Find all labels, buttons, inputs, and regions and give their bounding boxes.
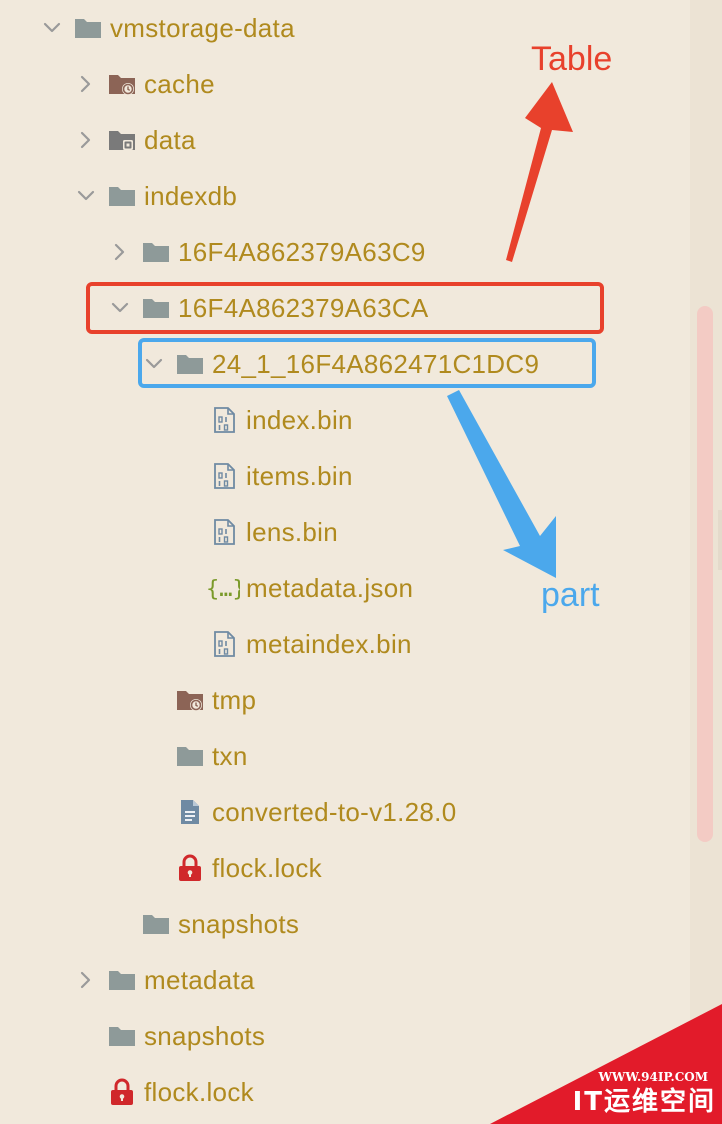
svg-text:{…}: {…}	[206, 577, 240, 602]
tree-row[interactable]: metadata	[0, 952, 690, 1008]
tree-row[interactable]: indexdb	[0, 168, 690, 224]
table-annotation-label: Table	[531, 40, 613, 78]
part-highlight-box	[138, 338, 596, 388]
chevron-right-icon[interactable]	[76, 970, 96, 990]
binary-file-icon	[210, 518, 238, 546]
tree-row[interactable]: tmp	[0, 672, 690, 728]
tree-row[interactable]: metaindex.bin	[0, 616, 690, 672]
binary-file-icon	[210, 462, 238, 490]
tree-item-label: 16F4A862379A63C9	[178, 237, 426, 267]
tree-item-label: tmp	[212, 685, 257, 715]
tree-item-label: flock.lock	[212, 853, 322, 883]
chevron-down-icon[interactable]	[42, 18, 62, 38]
tree-item-label: cache	[144, 69, 215, 99]
tree-item-label: snapshots	[144, 1021, 266, 1051]
tree-row[interactable]: data	[0, 112, 690, 168]
chevron-right-icon[interactable]	[110, 242, 130, 262]
tree-item-label: metadata	[144, 965, 255, 995]
watermark-text: IT运维空间	[572, 1087, 716, 1117]
tree-item-label: converted-to-v1.28.0	[212, 797, 457, 827]
tree-row[interactable]: txn	[0, 728, 690, 784]
scrollbar-divider	[718, 510, 722, 570]
chevron-down-icon[interactable]	[76, 186, 96, 206]
chevron-right-icon[interactable]	[76, 130, 96, 150]
tree-item-label: data	[144, 125, 196, 155]
folder-icon	[176, 742, 204, 770]
tree-item-label: items.bin	[246, 461, 353, 491]
tree-item-label: index.bin	[246, 405, 353, 435]
tree-item-label: snapshots	[178, 909, 300, 939]
folder-icon	[142, 238, 170, 266]
table-highlight-box	[86, 282, 604, 334]
tree-row[interactable]: 16F4A862379A63CA	[0, 280, 690, 336]
tree-row[interactable]: 16F4A862379A63C9	[0, 224, 690, 280]
tree-item-label: indexdb	[144, 181, 238, 211]
tmp-folder-icon	[176, 686, 204, 714]
cache-folder-icon	[108, 70, 136, 98]
folder-icon	[108, 1022, 136, 1050]
folder-icon	[142, 910, 170, 938]
tree-row[interactable]: converted-to-v1.28.0	[0, 784, 690, 840]
data-folder-icon	[108, 126, 136, 154]
tree-row[interactable]: 24_1_16F4A862471C1DC9	[0, 336, 690, 392]
folder-icon	[108, 182, 136, 210]
tree-row[interactable]: index.bin	[0, 392, 690, 448]
tree-item-label: txn	[212, 741, 248, 771]
binary-file-icon	[210, 630, 238, 658]
chevron-right-icon[interactable]	[76, 74, 96, 94]
tree-row[interactable]: items.bin	[0, 448, 690, 504]
tree-row[interactable]: flock.lock	[0, 840, 690, 896]
binary-file-icon	[210, 406, 238, 434]
text-file-icon	[176, 798, 204, 826]
tree-item-label: flock.lock	[144, 1077, 254, 1107]
folder-icon	[108, 966, 136, 994]
tree-row[interactable]: lens.bin	[0, 504, 690, 560]
tree-item-label: metadata.json	[246, 573, 414, 603]
tree-row[interactable]: snapshots	[0, 896, 690, 952]
tree-item-label: lens.bin	[246, 517, 339, 547]
scrollbar-thumb[interactable]	[697, 306, 713, 842]
part-annotation-label: part	[541, 576, 600, 614]
folder-icon	[74, 14, 102, 42]
tree-item-label: vmstorage-data	[110, 13, 295, 43]
tree-item-label: metaindex.bin	[246, 629, 412, 659]
lock-icon	[108, 1078, 136, 1106]
watermark: WWW.94IP.COM IT运维空间	[490, 1004, 722, 1124]
lock-icon	[176, 854, 204, 882]
json-file-icon: {…}	[206, 574, 246, 602]
file-explorer-tree: vmstorage-data cache data indexdb 16F4A86237…	[0, 0, 690, 1124]
